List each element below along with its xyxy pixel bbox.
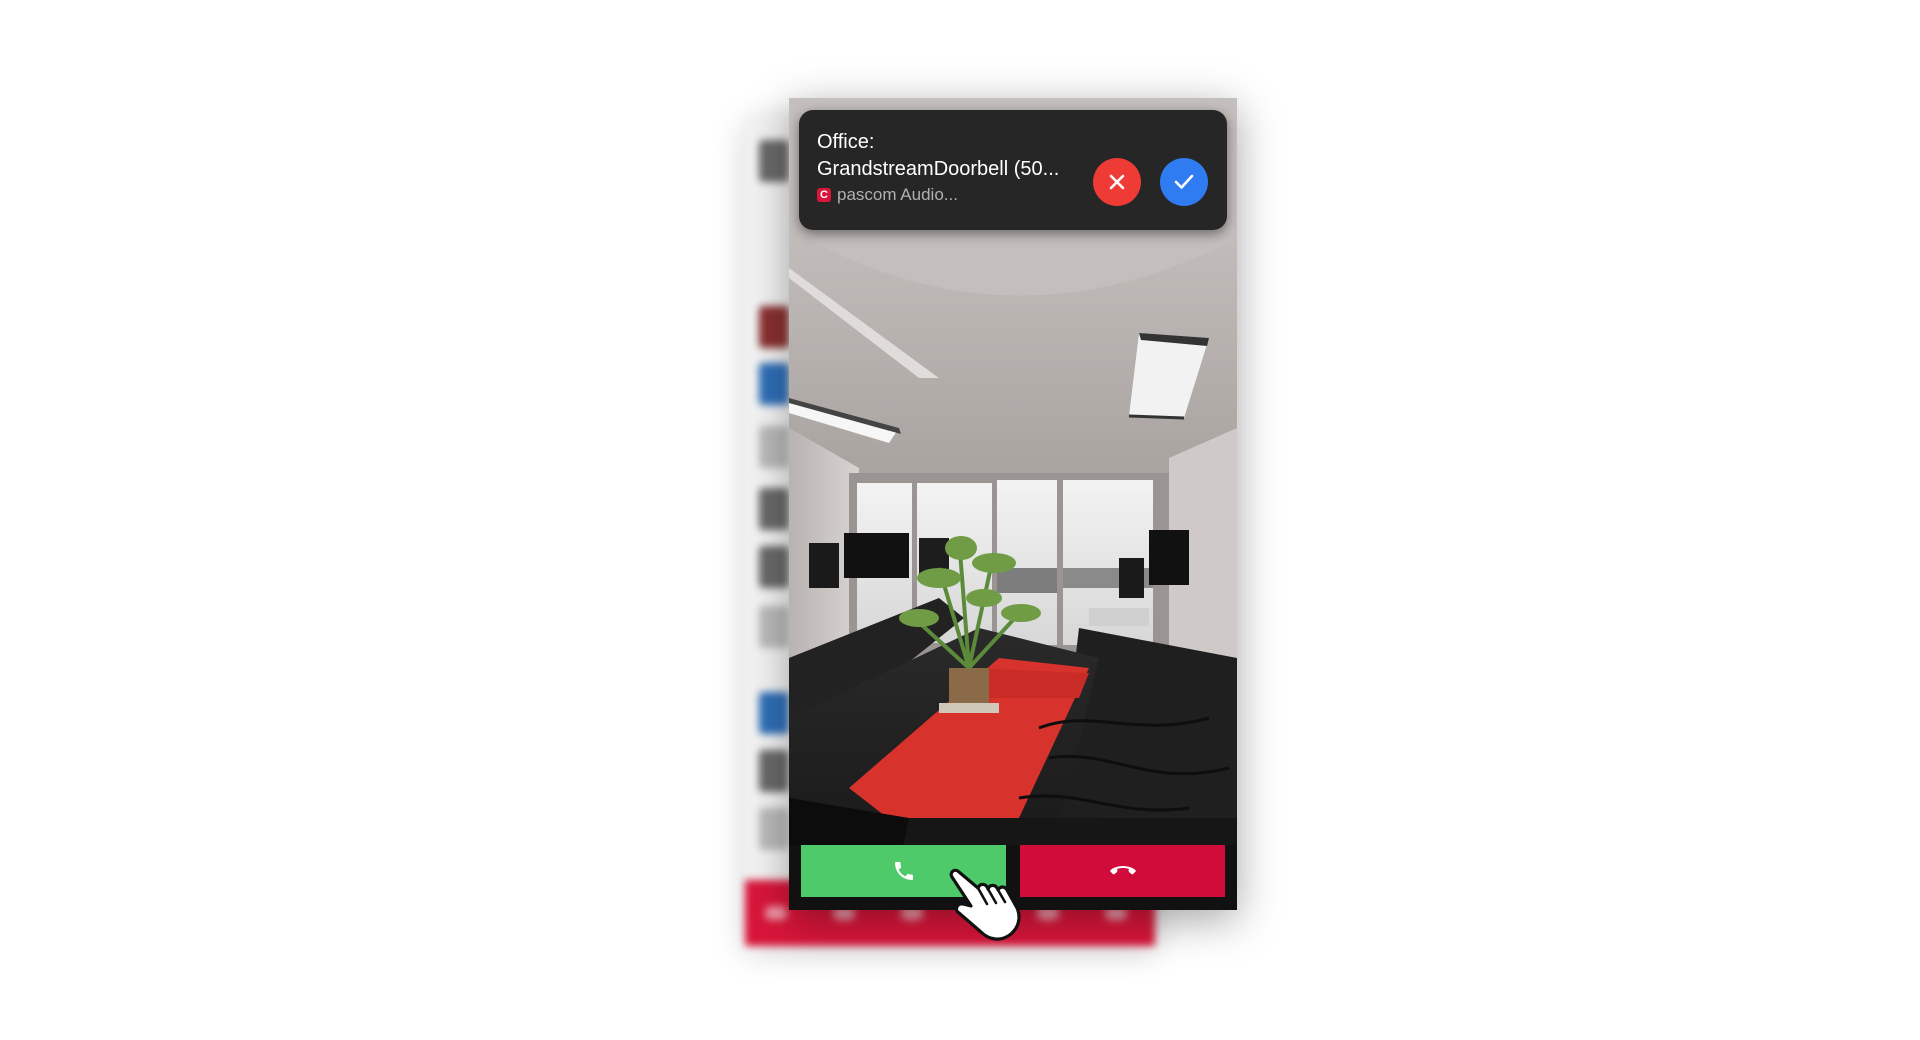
background-avatar [759, 692, 789, 734]
notification-source: C pascom Audio... [817, 184, 958, 206]
background-avatar [759, 546, 789, 588]
phone-screen: Office: GrandstreamDoorbell (50... C pas… [789, 98, 1237, 910]
background-avatar [759, 426, 789, 468]
screen: Office: GrandstreamDoorbell (50... C pas… [0, 0, 1920, 1040]
background-avatar [759, 808, 789, 850]
background-avatar [759, 140, 789, 182]
incoming-call-notification[interactable]: Office: GrandstreamDoorbell (50... C pas… [799, 110, 1227, 230]
check-icon [1174, 174, 1194, 189]
background-avatar [759, 363, 789, 405]
close-icon [1109, 174, 1125, 190]
pascom-app-icon: C [817, 188, 831, 202]
hand-pointer-icon [949, 868, 1021, 941]
background-avatar [759, 606, 789, 648]
background-avatar [759, 306, 789, 348]
decline-notification-button[interactable] [1093, 158, 1141, 206]
notification-app-name: pascom Audio... [837, 185, 958, 204]
caller-name: Office: GrandstreamDoorbell (50... [817, 131, 1060, 180]
background-avatar [759, 488, 789, 530]
hangup-call-button[interactable] [1020, 845, 1225, 897]
phone-icon [894, 862, 913, 880]
accept-notification-button[interactable] [1160, 158, 1208, 206]
background-avatar [759, 750, 789, 792]
hangup-icon [1109, 866, 1136, 875]
